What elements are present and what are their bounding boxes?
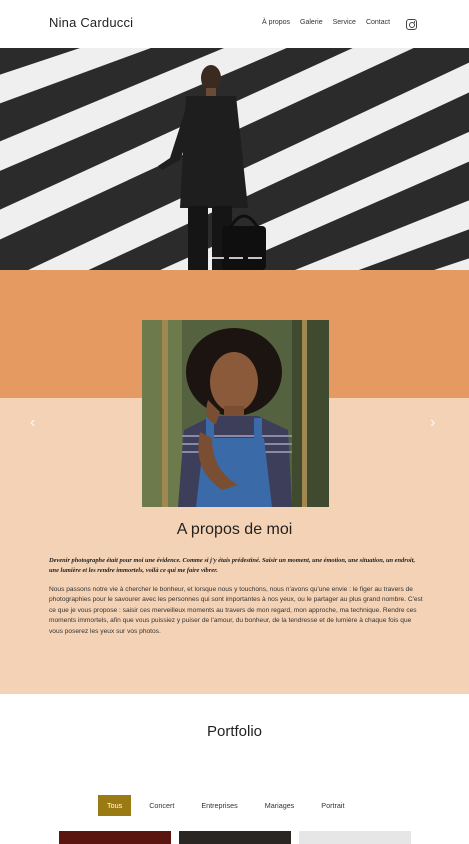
filter-mariages[interactable]: Mariages	[256, 795, 304, 816]
gallery-thumbnail[interactable]	[299, 831, 411, 844]
about-title: A propos de moi	[176, 521, 293, 538]
about-body-text: Nous passons notre vie à chercher le bon…	[49, 586, 423, 635]
nav-link-a-propos[interactable]: À propos	[262, 19, 290, 26]
chevron-right-icon[interactable]: ›	[430, 414, 435, 432]
main-nav: À propos Galerie Service Contact	[262, 19, 390, 26]
hero-carousel	[0, 48, 469, 270]
portfolio-filters: Tous Concert Entreprises Mariages Portra…	[98, 795, 362, 816]
filter-portrait[interactable]: Portrait	[312, 795, 353, 816]
gallery-thumbnail[interactable]	[179, 831, 291, 844]
filter-concert[interactable]: Concert	[140, 795, 183, 816]
about-quote: Devenir photographe était pour moi une é…	[49, 557, 416, 574]
carousel-dot[interactable]	[248, 257, 262, 259]
site-header: Nina Carducci À propos Galerie Service C…	[0, 0, 469, 48]
instagram-icon[interactable]	[406, 19, 417, 30]
nav-link-contact[interactable]: Contact	[366, 19, 390, 26]
nav-link-service[interactable]: Service	[333, 19, 356, 26]
carousel-dot[interactable]	[210, 257, 224, 259]
filter-entreprises[interactable]: Entreprises	[192, 795, 246, 816]
about-portrait	[142, 320, 329, 507]
brand-logo[interactable]: Nina Carducci	[49, 15, 133, 30]
carousel-indicators	[210, 257, 262, 259]
filter-tous[interactable]: Tous	[98, 795, 132, 816]
portfolio-title: Portfolio	[206, 723, 263, 740]
nav-link-galerie[interactable]: Galerie	[300, 19, 323, 26]
hero-image	[0, 48, 469, 270]
gallery-thumbnail[interactable]	[59, 831, 171, 844]
carousel-dot[interactable]	[229, 257, 243, 259]
chevron-left-icon[interactable]: ‹	[30, 414, 35, 432]
